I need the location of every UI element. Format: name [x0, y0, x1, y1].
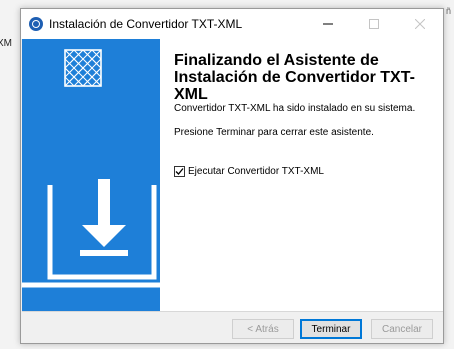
banner-illustration: [22, 49, 160, 288]
background-window-fragment-right: ñ: [446, 6, 452, 16]
installer-window: Instalación de Convertidor TXT-XML Final…: [20, 8, 444, 344]
app-icon: [29, 17, 43, 31]
minimize-icon: [323, 23, 333, 25]
window-title: Instalación de Convertidor TXT-XML: [49, 17, 243, 31]
finish-button[interactable]: Terminar: [300, 319, 362, 339]
run-app-checkbox-label[interactable]: Ejecutar Convertidor TXT-XML: [188, 166, 324, 177]
run-app-checkbox[interactable]: [174, 166, 185, 177]
run-app-checkbox-row[interactable]: Ejecutar Convertidor TXT-XML: [174, 166, 324, 177]
title-bar[interactable]: Instalación de Convertidor TXT-XML: [21, 9, 443, 39]
footer-divider: [22, 311, 443, 312]
window-controls: [305, 9, 443, 39]
back-button: < Atrás: [232, 319, 294, 339]
installer-logo-icon: [64, 49, 102, 87]
close-button: [397, 9, 443, 39]
background-window-fragment: XM: [0, 38, 12, 49]
checkmark-icon: [175, 168, 184, 175]
page-title: Finalizando el Asistente de Instalación …: [174, 52, 415, 103]
cancel-button: Cancelar: [371, 319, 433, 339]
laptop-download-icon: [22, 179, 160, 288]
close-icon: [415, 19, 425, 29]
wizard-content: Finalizando el Asistente de Instalación …: [160, 39, 443, 311]
wizard-banner: [22, 39, 160, 311]
minimize-button[interactable]: [305, 9, 351, 39]
maximize-icon: [369, 19, 379, 29]
finish-hint: Presione Terminar para cerrar este asist…: [174, 127, 374, 138]
installed-message: Convertidor TXT-XML ha sido instalado en…: [174, 103, 416, 114]
maximize-button: [351, 9, 397, 39]
